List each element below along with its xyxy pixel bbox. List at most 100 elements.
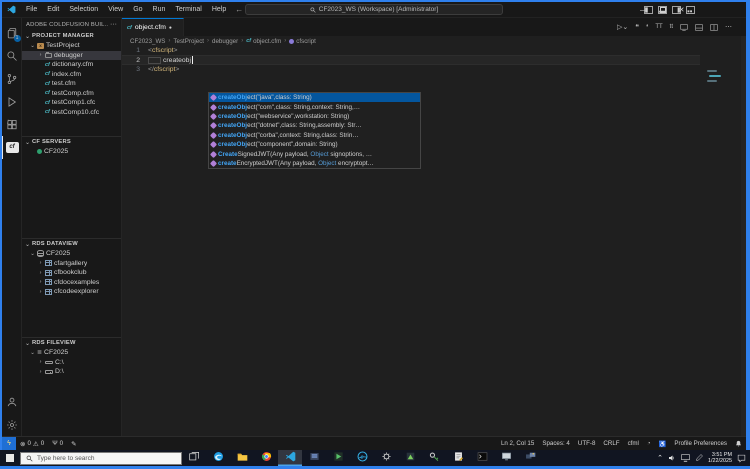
taskbar-media-app-icon[interactable] <box>326 450 350 466</box>
suggestion-item[interactable]: createObject("dotnet",class: String,asse… <box>209 121 420 130</box>
tab-object-cfm[interactable]: cf object.cfm ● <box>122 18 184 36</box>
notifications-bell-icon[interactable] <box>731 440 746 447</box>
taskbar-chrome-icon[interactable] <box>254 450 278 466</box>
start-button[interactable] <box>0 450 20 466</box>
taskbar-editor-app-icon[interactable] <box>446 450 470 466</box>
activity-source-control-icon[interactable] <box>2 67 22 90</box>
breadcrumb-debugger[interactable]: debugger <box>212 38 238 45</box>
suggestion-item[interactable]: createObject("com",class: String,context… <box>209 102 420 111</box>
tree-item-dictionary-cfm[interactable]: cf dictionary.cfm <box>22 60 121 70</box>
suggestion-item[interactable]: createObject("java",class: String) <box>209 93 420 103</box>
menu-run[interactable]: Run <box>148 2 171 18</box>
suggestion-item[interactable]: CreateSignedJWT(Any payload, Object sign… <box>209 149 420 158</box>
preview-icon[interactable] <box>680 23 688 31</box>
breadcrumb-testproject[interactable]: TestProject <box>173 38 204 45</box>
suggestion-item[interactable]: createObject("component",domain: String) <box>209 140 420 149</box>
taskbar-computer-icon[interactable] <box>494 450 518 466</box>
encoding[interactable]: UTF-8 <box>574 440 600 447</box>
taskbar-services-icon[interactable] <box>374 450 398 466</box>
taskbar-edge-icon[interactable] <box>206 450 230 466</box>
menu-edit[interactable]: Edit <box>42 2 64 18</box>
code-editor[interactable]: 1 < cfscript > 2 createobj 3 </cfscript > create… <box>122 46 746 436</box>
edit-status[interactable]: ✎ <box>67 440 80 448</box>
profile-preferences[interactable]: Profile Preferences <box>670 440 731 447</box>
suggestion-item[interactable]: createObject("webservice",workstation: S… <box>209 112 420 121</box>
taskbar-remote-desktop-icon[interactable] <box>518 450 542 466</box>
accessibility-icon[interactable]: ♿ <box>655 440 671 448</box>
section-header[interactable]: ⌄ RDS DATAVIEW <box>22 239 121 249</box>
problems-status[interactable]: ⊗ 0 ⚠ 0 <box>16 440 48 448</box>
volume-icon[interactable] <box>668 454 676 462</box>
suggestion-item[interactable]: createEncryptedJWT(Any payload, Object e… <box>209 159 420 168</box>
tree-item-cfbookclub[interactable]: › cfbookclub <box>22 268 121 278</box>
sidebar-more-actions-icon[interactable]: ··· <box>108 21 117 28</box>
tree-item-cf2025[interactable]: ⌄ CF2025 <box>22 249 121 259</box>
tree-item-index-cfm[interactable]: cf index.cfm <box>22 70 121 80</box>
more-actions-icon[interactable]: ⋯ <box>725 24 732 31</box>
taskbar-server-app-icon[interactable] <box>302 450 326 466</box>
action-center-icon[interactable] <box>737 454 746 463</box>
activity-run-and-debug-icon[interactable] <box>2 90 22 113</box>
taskbar-internet-explorer-icon[interactable]: e <box>350 450 374 466</box>
menu-terminal[interactable]: Terminal <box>170 2 206 18</box>
code-line-2[interactable]: 2 createobj <box>122 55 700 65</box>
network-display-icon[interactable] <box>681 454 690 462</box>
uppercase-tt-icon[interactable]: TT <box>655 24 662 30</box>
activity-accounts-icon[interactable] <box>2 390 22 413</box>
activity-extensions-icon[interactable] <box>2 113 22 136</box>
command-center-search[interactable]: CF2023_WS (Workspace) [Administrator] <box>245 4 503 15</box>
split-editor-icon[interactable] <box>710 23 718 31</box>
section-header[interactable]: ⌄ PROJECT MANAGER <box>22 31 121 41</box>
maximize-button[interactable] <box>653 2 672 18</box>
code-line-3[interactable]: 3 </cfscript > <box>122 65 700 74</box>
double-quotes-icon[interactable]: ❝ <box>635 24 639 31</box>
lowercase-tt-icon[interactable]: tt <box>670 24 673 30</box>
activity-explorer-icon[interactable]: 1 <box>2 21 22 44</box>
taskbar-vscode-icon[interactable] <box>278 450 302 466</box>
tree-item-d-[interactable]: › D:\ <box>22 367 121 377</box>
language-mode[interactable]: cfml <box>624 440 643 447</box>
tree-item-cf2025[interactable]: ⌄ ≣ CF2025 <box>22 348 121 358</box>
taskbar-task-view-icon[interactable] <box>182 450 206 466</box>
tree-item-testcomp-cfm[interactable]: cf testComp.cfm <box>22 89 121 99</box>
taskbar-green-app-icon[interactable] <box>398 450 422 466</box>
open-panel-icon[interactable] <box>695 23 703 31</box>
menu-view[interactable]: View <box>103 2 128 18</box>
close-button[interactable]: ✕ <box>672 2 691 18</box>
ports-status[interactable]: Ψ 0 <box>48 440 67 447</box>
activity-settings-icon[interactable] <box>2 413 22 436</box>
taskbar-command-prompt-icon[interactable] <box>470 450 494 466</box>
breadcrumb-cf2023-ws[interactable]: CF2023_WS <box>130 38 165 45</box>
tree-item-debugger[interactable]: › debugger <box>22 50 121 60</box>
menu-selection[interactable]: Selection <box>64 2 103 18</box>
section-header[interactable]: ⌄ CF SERVERS <box>22 137 121 147</box>
breadcrumb-object-cfm[interactable]: cf object.cfm <box>246 38 281 45</box>
indentation[interactable]: Spaces: 4 <box>538 440 574 447</box>
tree-item-cf2025[interactable]: CF2025 <box>22 147 121 157</box>
minimap[interactable] <box>707 70 741 140</box>
breadcrumb-cfscript[interactable]: cfscript <box>289 38 316 45</box>
tree-item-testproject[interactable]: ⌄ x TestProject <box>22 41 121 51</box>
taskbar-clock[interactable]: 3:51 PM 1/22/2025 <box>708 452 732 464</box>
minimize-button[interactable]: — <box>634 2 653 18</box>
language-status-icon[interactable]: ◔ <box>643 440 655 447</box>
hidden-icons-chevron[interactable]: ⌃ <box>657 454 663 462</box>
taskbar-search-input[interactable]: Type here to search <box>20 451 182 465</box>
run-cfml-icon[interactable]: ▷⌄ <box>617 24 628 31</box>
eol-sequence[interactable]: CRLF <box>599 440 623 447</box>
section-header[interactable]: ⌄ RDS FILEVIEW <box>22 338 121 348</box>
dirty-indicator[interactable]: ● <box>169 25 172 31</box>
tree-item-testcomp10-cfc[interactable]: cf testComp10.cfc <box>22 108 121 118</box>
tree-item-testcomp1-cfc[interactable]: cf testComp1.cfc <box>22 98 121 108</box>
menu-file[interactable]: File <box>21 2 42 18</box>
activity-search-icon[interactable] <box>2 44 22 67</box>
tree-item-test-cfm[interactable]: cf test.cfm <box>22 79 121 89</box>
menu-go[interactable]: Go <box>128 2 147 18</box>
cursor-position[interactable]: Ln 2, Col 15 <box>497 440 538 447</box>
tree-item-cfcodeexplorer[interactable]: › cfcodeexplorer <box>22 287 121 297</box>
pen-icon[interactable] <box>695 454 703 462</box>
activity-coldfusion-icon[interactable]: cf <box>1 136 22 159</box>
menu-help[interactable]: Help <box>207 2 231 18</box>
single-quotes-icon[interactable]: ❛ <box>646 24 648 31</box>
tree-item-c-[interactable]: › C:\ <box>22 358 121 368</box>
